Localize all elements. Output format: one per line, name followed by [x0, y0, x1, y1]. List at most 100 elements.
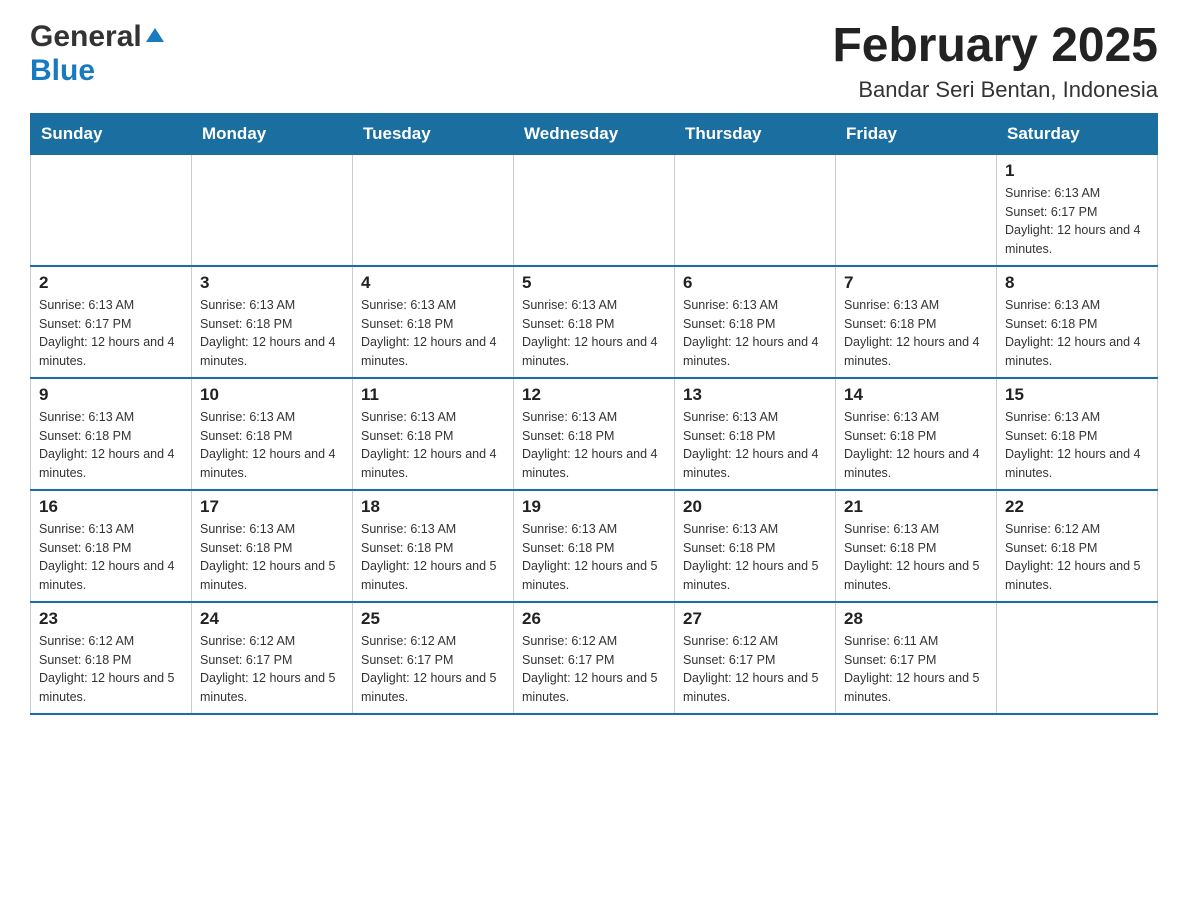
calendar-cell	[675, 154, 836, 266]
day-info: Sunrise: 6:13 AMSunset: 6:18 PMDaylight:…	[200, 408, 344, 483]
calendar-cell: 3 Sunrise: 6:13 AMSunset: 6:18 PMDaylight…	[192, 266, 353, 378]
col-header-wednesday: Wednesday	[514, 113, 675, 154]
calendar-week-row: 2 Sunrise: 6:13 AMSunset: 6:17 PMDaylight…	[31, 266, 1158, 378]
calendar-cell: 24 Sunrise: 6:12 AMSunset: 6:17 PMDayligh…	[192, 602, 353, 714]
col-header-sunday: Sunday	[31, 113, 192, 154]
day-number: 21	[844, 497, 988, 517]
day-info: Sunrise: 6:13 AMSunset: 6:18 PMDaylight:…	[522, 296, 666, 371]
calendar-cell: 25Sunrise: 6:12 AMSunset: 6:17 PMDayligh…	[353, 602, 514, 714]
day-number: 12	[522, 385, 666, 405]
day-info: Sunrise: 6:13 AMSunset: 6:18 PMDaylight:…	[522, 520, 666, 595]
day-info: Sunrise: 6:13 AMSunset: 6:18 PMDaylight:…	[200, 520, 344, 595]
calendar-cell: 19 Sunrise: 6:13 AMSunset: 6:18 PMDayligh…	[514, 490, 675, 602]
day-number: 16	[39, 497, 183, 517]
logo-general-text: General	[30, 20, 142, 54]
day-number: 19	[522, 497, 666, 517]
calendar-cell: 1 Sunrise: 6:13 AMSunset: 6:17 PMDaylight…	[997, 154, 1158, 266]
calendar-header-row: SundayMondayTuesdayWednesdayThursdayFrid…	[31, 113, 1158, 154]
day-info: Sunrise: 6:13 AMSunset: 6:18 PMDaylight:…	[361, 296, 505, 371]
day-number: 26	[522, 609, 666, 629]
day-info: Sunrise: 6:12 AMSunset: 6:18 PMDaylight:…	[39, 632, 183, 707]
day-number: 6	[683, 273, 827, 293]
calendar-cell	[353, 154, 514, 266]
day-info: Sunrise: 6:13 AMSunset: 6:18 PMDaylight:…	[1005, 408, 1149, 483]
day-info: Sunrise: 6:13 AMSunset: 6:18 PMDaylight:…	[39, 408, 183, 483]
calendar-cell	[997, 602, 1158, 714]
calendar-cell: 20 Sunrise: 6:13 AMSunset: 6:18 PMDayligh…	[675, 490, 836, 602]
day-number: 13	[683, 385, 827, 405]
calendar-cell	[836, 154, 997, 266]
col-header-thursday: Thursday	[675, 113, 836, 154]
page-header: General Blue February 2025 Bandar Seri B…	[30, 20, 1158, 103]
day-info: Sunrise: 6:13 AMSunset: 6:18 PMDaylight:…	[361, 520, 505, 595]
calendar-cell: 4 Sunrise: 6:13 AMSunset: 6:18 PMDaylight…	[353, 266, 514, 378]
day-info: Sunrise: 6:13 AMSunset: 6:18 PMDaylight:…	[200, 296, 344, 371]
col-header-tuesday: Tuesday	[353, 113, 514, 154]
day-number: 28	[844, 609, 988, 629]
day-number: 14	[844, 385, 988, 405]
col-header-saturday: Saturday	[997, 113, 1158, 154]
calendar-cell: 16 Sunrise: 6:13 AMSunset: 6:18 PMDayligh…	[31, 490, 192, 602]
calendar-table: SundayMondayTuesdayWednesdayThursdayFrid…	[30, 113, 1158, 715]
calendar-cell: 2 Sunrise: 6:13 AMSunset: 6:17 PMDaylight…	[31, 266, 192, 378]
calendar-week-row: 16 Sunrise: 6:13 AMSunset: 6:18 PMDayligh…	[31, 490, 1158, 602]
calendar-cell: 7 Sunrise: 6:13 AMSunset: 6:18 PMDaylight…	[836, 266, 997, 378]
day-info: Sunrise: 6:13 AMSunset: 6:18 PMDaylight:…	[844, 408, 988, 483]
calendar-cell: 27 Sunrise: 6:12 AMSunset: 6:17 PMDayligh…	[675, 602, 836, 714]
day-info: Sunrise: 6:12 AMSunset: 6:17 PMDaylight:…	[683, 632, 827, 707]
day-info: Sunrise: 6:13 AMSunset: 6:18 PMDaylight:…	[683, 520, 827, 595]
calendar-cell: 6 Sunrise: 6:13 AMSunset: 6:18 PMDaylight…	[675, 266, 836, 378]
calendar-cell: 13 Sunrise: 6:13 AMSunset: 6:18 PMDayligh…	[675, 378, 836, 490]
calendar-week-row: 9 Sunrise: 6:13 AMSunset: 6:18 PMDaylight…	[31, 378, 1158, 490]
calendar-cell: 8 Sunrise: 6:13 AMSunset: 6:18 PMDaylight…	[997, 266, 1158, 378]
calendar-cell	[514, 154, 675, 266]
day-number: 8	[1005, 273, 1149, 293]
calendar-cell: 21 Sunrise: 6:13 AMSunset: 6:18 PMDayligh…	[836, 490, 997, 602]
day-number: 10	[200, 385, 344, 405]
logo: General Blue	[30, 20, 164, 88]
calendar-cell: 17Sunrise: 6:13 AMSunset: 6:18 PMDayligh…	[192, 490, 353, 602]
day-info: Sunrise: 6:13 AMSunset: 6:18 PMDaylight:…	[844, 520, 988, 595]
calendar-subtitle: Bandar Seri Bentan, Indonesia	[832, 77, 1158, 103]
day-number: 4	[361, 273, 505, 293]
day-number: 22	[1005, 497, 1149, 517]
day-info: Sunrise: 6:13 AMSunset: 6:18 PMDaylight:…	[683, 408, 827, 483]
day-info: Sunrise: 6:13 AMSunset: 6:18 PMDaylight:…	[522, 408, 666, 483]
day-number: 3	[200, 273, 344, 293]
day-number: 1	[1005, 161, 1149, 181]
day-number: 18	[361, 497, 505, 517]
day-info: Sunrise: 6:13 AMSunset: 6:18 PMDaylight:…	[1005, 296, 1149, 371]
day-info: Sunrise: 6:13 AMSunset: 6:18 PMDaylight:…	[844, 296, 988, 371]
day-number: 2	[39, 273, 183, 293]
calendar-week-row: 23Sunrise: 6:12 AMSunset: 6:18 PMDayligh…	[31, 602, 1158, 714]
title-area: February 2025 Bandar Seri Bentan, Indone…	[832, 20, 1158, 103]
day-info: Sunrise: 6:12 AMSunset: 6:18 PMDaylight:…	[1005, 520, 1149, 595]
calendar-cell: 11Sunrise: 6:13 AMSunset: 6:18 PMDayligh…	[353, 378, 514, 490]
calendar-cell: 15 Sunrise: 6:13 AMSunset: 6:18 PMDayligh…	[997, 378, 1158, 490]
day-info: Sunrise: 6:13 AMSunset: 6:18 PMDaylight:…	[683, 296, 827, 371]
calendar-week-row: 1 Sunrise: 6:13 AMSunset: 6:17 PMDaylight…	[31, 154, 1158, 266]
calendar-cell: 14 Sunrise: 6:13 AMSunset: 6:18 PMDayligh…	[836, 378, 997, 490]
day-info: Sunrise: 6:13 AMSunset: 6:17 PMDaylight:…	[39, 296, 183, 371]
calendar-cell: 18 Sunrise: 6:13 AMSunset: 6:18 PMDayligh…	[353, 490, 514, 602]
day-number: 20	[683, 497, 827, 517]
calendar-cell	[31, 154, 192, 266]
day-number: 15	[1005, 385, 1149, 405]
calendar-cell	[192, 154, 353, 266]
calendar-cell: 10 Sunrise: 6:13 AMSunset: 6:18 PMDayligh…	[192, 378, 353, 490]
day-info: Sunrise: 6:12 AMSunset: 6:17 PMDaylight:…	[200, 632, 344, 707]
day-info: Sunrise: 6:13 AMSunset: 6:18 PMDaylight:…	[39, 520, 183, 595]
day-number: 25	[361, 609, 505, 629]
calendar-cell: 28 Sunrise: 6:11 AMSunset: 6:17 PMDayligh…	[836, 602, 997, 714]
day-info: Sunrise: 6:13 AMSunset: 6:17 PMDaylight:…	[1005, 184, 1149, 259]
day-info: Sunrise: 6:12 AMSunset: 6:17 PMDaylight:…	[522, 632, 666, 707]
calendar-cell: 22 Sunrise: 6:12 AMSunset: 6:18 PMDayligh…	[997, 490, 1158, 602]
day-number: 24	[200, 609, 344, 629]
day-number: 9	[39, 385, 183, 405]
calendar-cell: 9 Sunrise: 6:13 AMSunset: 6:18 PMDaylight…	[31, 378, 192, 490]
calendar-cell: 12 Sunrise: 6:13 AMSunset: 6:18 PMDayligh…	[514, 378, 675, 490]
day-info: Sunrise: 6:11 AMSunset: 6:17 PMDaylight:…	[844, 632, 988, 707]
day-number: 7	[844, 273, 988, 293]
calendar-cell: 26 Sunrise: 6:12 AMSunset: 6:17 PMDayligh…	[514, 602, 675, 714]
day-number: 27	[683, 609, 827, 629]
